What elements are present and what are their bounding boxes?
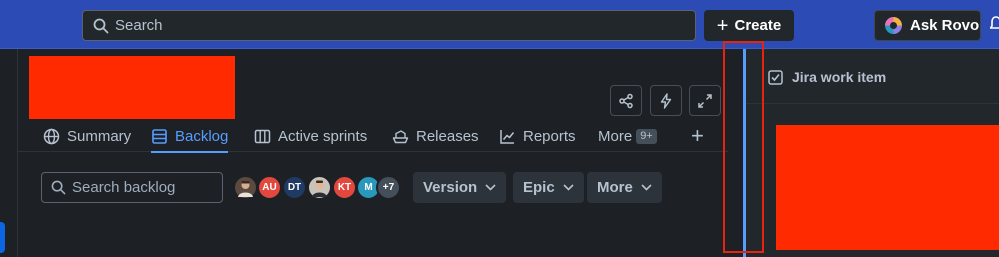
tab-active-sprints-label: Active sprints [278,127,368,145]
tab-reports[interactable]: Reports [499,120,576,152]
highlight-box [723,41,764,253]
tab-summary-label: Summary [67,127,132,145]
avatar[interactable]: KT [332,175,357,200]
global-search-input[interactable]: Search [82,10,696,41]
tab-backlog[interactable]: Backlog [151,120,229,153]
create-button[interactable]: + Create [704,10,794,41]
redacted-project-title [29,56,235,119]
epic-filter-label: Epic [523,179,555,196]
plus-icon: + [716,14,729,37]
tab-summary[interactable]: Summary [43,120,131,152]
more-assignees-avatar[interactable]: +7 [376,175,401,200]
board-icon [254,129,271,143]
checkbox-icon [768,69,783,85]
epic-filter-dropdown[interactable]: Epic [513,172,584,203]
chevron-down-icon [641,184,652,191]
sidebar-expand-handle[interactable] [0,222,5,253]
ship-icon [392,129,409,143]
fullscreen-icon [698,93,712,108]
ask-rovo-label: Ask Rovo [910,17,980,34]
rovo-logo-icon [885,17,902,34]
left-sidebar-rail [0,49,18,257]
avatar[interactable] [307,175,332,200]
fullscreen-button[interactable] [689,85,721,116]
create-button-label: Create [734,17,782,34]
search-icon [93,18,109,33]
avatar[interactable]: DT [282,175,307,200]
more-filter-label: More [597,179,633,196]
tab-backlog-label: Backlog [175,127,229,145]
person-photo-icon [238,181,253,197]
work-item-detail-panel: Jira work item [746,49,999,257]
tab-releases[interactable]: Releases [392,120,479,152]
version-filter-label: Version [423,179,478,196]
tab-active-sprints[interactable]: Active sprints [254,120,367,152]
project-nav-tabs: Summary Backlog Active sprints Releases … [18,120,728,153]
add-tab-plus-icon[interactable]: + [691,125,704,147]
version-filter-dropdown[interactable]: Version [413,172,507,203]
chevron-down-icon [485,184,496,191]
bell-icon[interactable] [990,16,999,32]
tab-releases-label: Releases [416,127,479,145]
chart-icon [500,129,515,144]
avatar[interactable] [233,175,258,200]
person-photo-icon [312,180,327,197]
tab-more[interactable]: More 9+ [598,120,657,152]
tab-more-label: More [598,127,633,145]
globe-icon [43,128,60,144]
top-navigation-bar: Search + Create Ask Rovo [0,0,999,49]
more-filter-dropdown[interactable]: More [587,172,662,203]
automation-icon [660,92,672,109]
backlog-icon [152,128,167,144]
panel-title-label: Jira work item [792,69,887,85]
avatar[interactable]: AU [257,175,282,200]
share-button[interactable] [610,85,642,116]
ask-rovo-button[interactable]: Ask Rovo [874,10,981,41]
chevron-down-icon [563,184,574,191]
panel-divider [746,103,999,104]
backlog-search-placeholder: Search backlog [72,179,176,196]
panel-title: Jira work item [768,69,886,85]
global-search-placeholder: Search [115,17,163,34]
tab-reports-label: Reports [523,127,576,145]
search-icon [51,180,66,195]
redacted-work-item-content [776,125,999,250]
more-count-badge: 9+ [636,128,657,144]
automation-button[interactable] [650,85,682,116]
share-icon [619,93,633,108]
backlog-search-input[interactable]: Search backlog [41,172,223,203]
